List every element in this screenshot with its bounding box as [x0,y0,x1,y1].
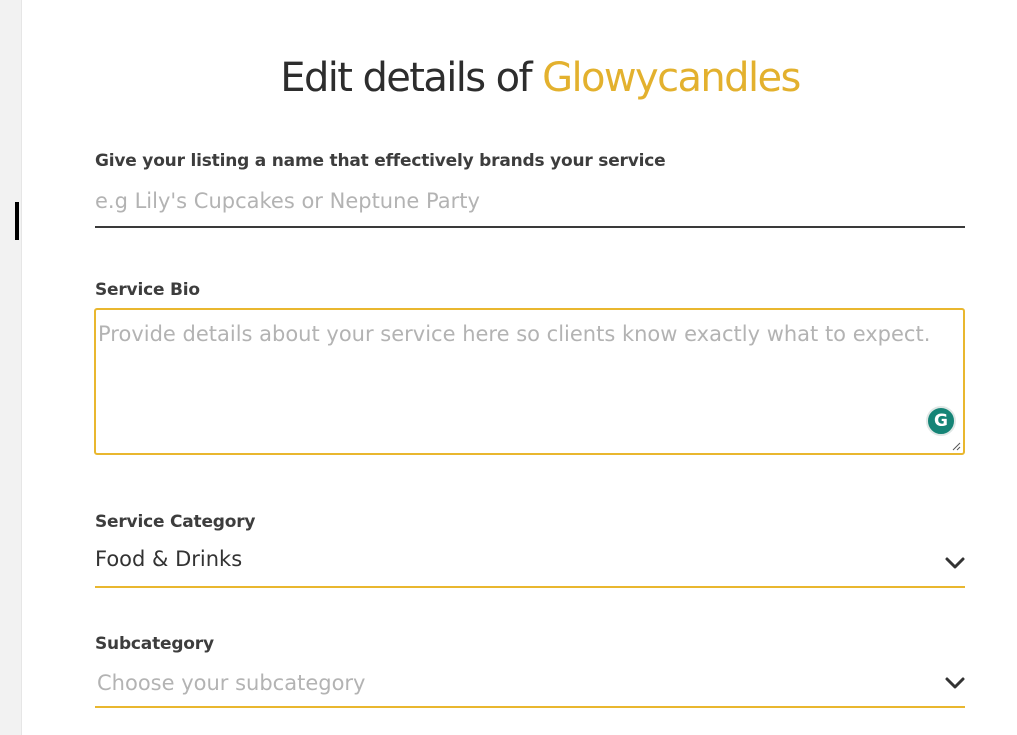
listing-name-label: Give your listing a name that effectivel… [95,151,666,171]
left-sidebar-edge [0,0,22,735]
listing-name-input[interactable] [95,187,963,215]
page-title: Edit details of Glowycandles [0,55,1017,101]
chevron-down-icon[interactable] [944,676,966,690]
page-title-prefix: Edit details of [280,54,543,101]
resize-handle-icon[interactable] [952,442,961,451]
service-bio-label: Service Bio [95,280,200,300]
subcategory-underline [95,706,965,708]
brand-name: Glowycandles [542,54,801,101]
listing-name-underline [95,226,965,228]
text-cursor-indicator [15,202,19,240]
subcategory-placeholder: Choose your subcategory [97,671,366,695]
service-category-label: Service Category [95,512,256,532]
service-category-value: Food & Drinks [95,547,243,571]
chevron-down-icon[interactable] [944,556,966,570]
service-bio-box: G [94,308,965,455]
grammarly-icon[interactable]: G [926,406,956,436]
subcategory-label: Subcategory [95,634,214,654]
service-bio-textarea[interactable] [96,310,963,453]
service-category-underline [95,586,965,588]
